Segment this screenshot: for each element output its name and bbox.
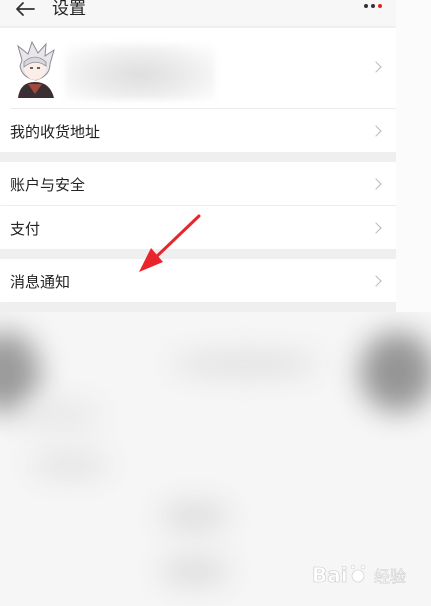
svg-text:经验: 经验 (374, 567, 406, 586)
svg-text:Bai: Bai (312, 563, 348, 587)
annotation-arrow (139, 214, 201, 272)
baidu-jingyan-watermark: Bai 经验 (312, 563, 406, 588)
